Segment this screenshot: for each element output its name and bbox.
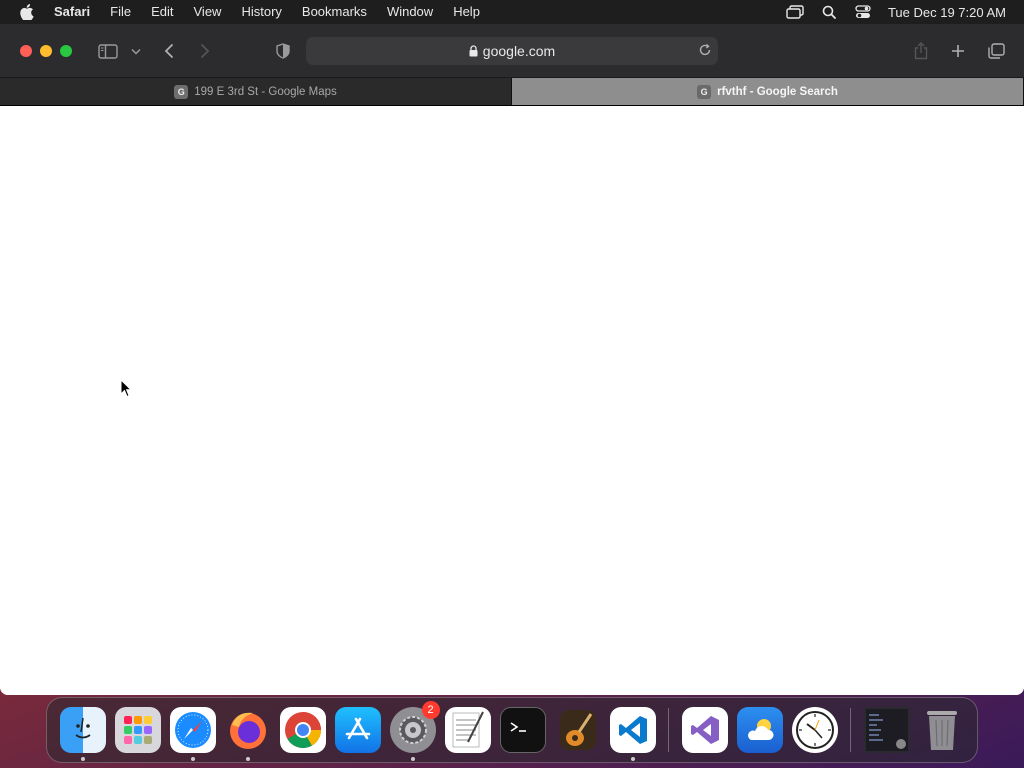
tab-title: 199 E 3rd St - Google Maps [194, 85, 337, 98]
page-content-area[interactable] [0, 106, 1024, 695]
minimize-window-button[interactable] [40, 44, 52, 57]
tab-google-search[interactable]: G rfvthf - Google Search [512, 78, 1024, 105]
spotlight-search-icon[interactable] [812, 0, 846, 24]
dock-separator [668, 708, 669, 752]
google-favicon-icon: G [174, 84, 189, 99]
share-icon[interactable] [911, 24, 931, 78]
dock: 2 [46, 697, 978, 763]
close-window-button[interactable] [20, 44, 32, 57]
tab-title: rfvthf - Google Search [717, 85, 838, 98]
chevron-down-icon[interactable] [128, 24, 144, 78]
clock-icon[interactable] [791, 707, 838, 753]
address-bar-url: google.com [482, 43, 556, 59]
menu-window[interactable]: Window [377, 0, 443, 24]
tab-google-maps[interactable]: G 199 E 3rd St - Google Maps [0, 78, 512, 105]
menu-clock[interactable]: Tue Dec 19 7:20 AM [880, 5, 1024, 20]
menu-help[interactable]: Help [443, 0, 490, 24]
system-preferences-icon[interactable]: 2 [389, 701, 440, 761]
menu-history[interactable]: History [231, 0, 291, 24]
new-tab-plus-icon[interactable] [948, 24, 968, 78]
menu-edit[interactable]: Edit [141, 0, 183, 24]
tab-overview-icon[interactable] [985, 24, 1007, 78]
trash-icon[interactable] [919, 707, 965, 753]
safari-toolbar: google.com [0, 24, 1024, 78]
window-controls [20, 44, 72, 57]
google-favicon-icon: G [697, 84, 712, 99]
control-center-icon[interactable] [846, 0, 880, 24]
notification-badge: 2 [421, 701, 440, 719]
screen-mirroring-icon[interactable] [778, 0, 812, 24]
screenshot-thumbnail-icon[interactable] [863, 707, 910, 753]
app-store-icon[interactable] [334, 707, 381, 753]
textedit-icon[interactable] [444, 707, 491, 753]
garageband-icon[interactable] [555, 707, 601, 753]
menu-bar: Safari File Edit View History Bookmarks … [0, 0, 1024, 24]
safari-window: google.com G 199 E 3rd St - Google Maps … [0, 24, 1024, 695]
reload-icon[interactable] [698, 43, 712, 57]
terminal-icon[interactable] [499, 707, 546, 753]
visual-studio-icon[interactable] [681, 707, 728, 753]
weather-icon[interactable] [736, 707, 783, 753]
privacy-shield-icon[interactable] [273, 24, 293, 78]
firefox-icon[interactable] [225, 707, 271, 761]
maximize-window-button[interactable] [60, 44, 72, 57]
safari-icon[interactable] [169, 707, 216, 761]
menu-view[interactable]: View [184, 0, 232, 24]
lock-icon [469, 45, 478, 57]
address-bar[interactable]: google.com [306, 37, 718, 65]
menu-app-name[interactable]: Safari [54, 0, 100, 24]
finder-icon[interactable] [59, 707, 106, 761]
tab-bar: G 199 E 3rd St - Google Maps G rfvthf - … [0, 78, 1024, 106]
vscode-icon[interactable] [609, 707, 656, 761]
launchpad-icon[interactable] [114, 707, 161, 753]
menu-file[interactable]: File [100, 0, 141, 24]
dock-separator [850, 708, 851, 752]
forward-button-icon[interactable] [196, 24, 214, 78]
menu-bookmarks[interactable]: Bookmarks [292, 0, 377, 24]
back-button-icon[interactable] [160, 24, 178, 78]
chrome-icon[interactable] [279, 707, 326, 753]
mouse-pointer-icon [120, 378, 133, 403]
sidebar-toggle-icon[interactable] [96, 24, 120, 78]
apple-menu-icon[interactable] [0, 4, 54, 20]
